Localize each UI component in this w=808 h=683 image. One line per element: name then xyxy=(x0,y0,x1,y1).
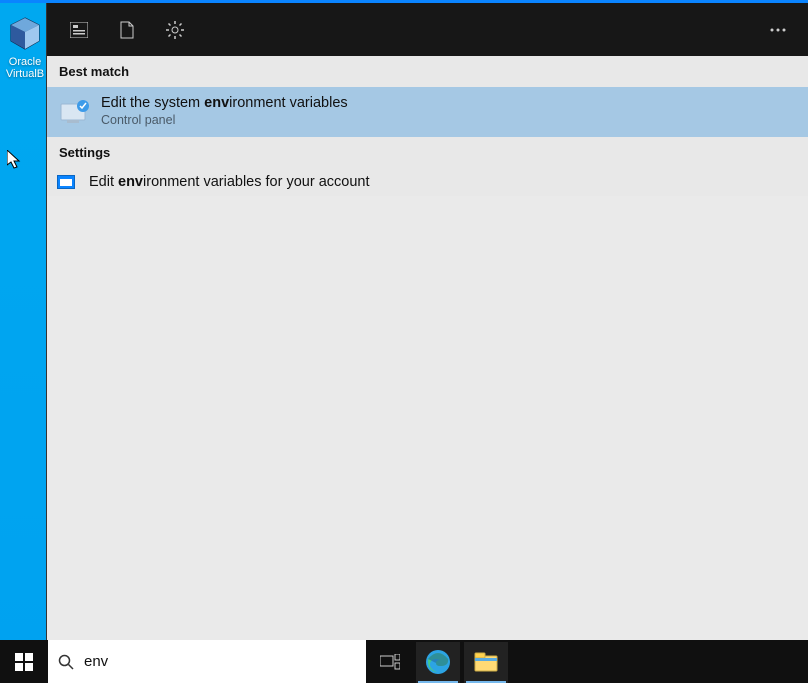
search-more-options-icon[interactable] xyxy=(754,6,802,54)
taskbar xyxy=(0,640,808,683)
search-icon xyxy=(58,654,74,670)
desktop-icon-label-line2: VirtualB xyxy=(4,68,46,80)
file-explorer-icon xyxy=(474,652,498,672)
section-heading-settings: Settings xyxy=(47,137,808,168)
best-match-title: Edit the system environment variables xyxy=(101,95,348,111)
desktop: Oracle VirtualB Best match xyxy=(0,0,808,683)
desktop-icon-label-line1: Oracle xyxy=(4,56,46,68)
search-panel: Best match Edit the system environment v… xyxy=(46,3,808,640)
settings-item-icon xyxy=(57,175,75,189)
taskbar-app-edge[interactable] xyxy=(414,640,462,683)
best-match-title-post: ironment variables xyxy=(229,95,347,111)
windows-logo-icon xyxy=(15,653,33,671)
search-filter-documents-icon[interactable] xyxy=(103,6,151,54)
settings-item-label-pre: Edit xyxy=(89,174,118,190)
taskbar-app-explorer[interactable] xyxy=(462,640,510,683)
search-input[interactable] xyxy=(84,653,356,670)
virtualbox-icon xyxy=(7,16,43,52)
best-match-subtitle: Control panel xyxy=(101,113,348,127)
system-properties-icon xyxy=(59,98,91,124)
settings-item-label: Edit environment variables for your acco… xyxy=(89,174,370,190)
settings-item-label-post: ironment variables for your account xyxy=(143,174,369,190)
best-match-title-highlight: env xyxy=(204,95,229,111)
best-match-text: Edit the system environment variables Co… xyxy=(101,95,348,127)
best-match-title-pre: Edit the system xyxy=(101,95,204,111)
section-heading-best-match: Best match xyxy=(47,56,808,87)
task-view-icon xyxy=(380,654,400,670)
search-panel-tabs xyxy=(47,3,808,56)
taskbar-search-box[interactable] xyxy=(48,640,366,683)
task-view-button[interactable] xyxy=(366,640,414,683)
best-match-result[interactable]: Edit the system environment variables Co… xyxy=(47,87,808,137)
cursor-icon xyxy=(7,150,23,170)
settings-item-label-highlight: env xyxy=(118,174,143,190)
edge-icon xyxy=(425,649,451,675)
search-filter-all-icon[interactable] xyxy=(55,6,103,54)
desktop-icon-virtualbox[interactable]: Oracle VirtualB xyxy=(4,16,46,80)
search-panel-body xyxy=(47,196,808,640)
search-filter-settings-icon[interactable] xyxy=(151,6,199,54)
start-button[interactable] xyxy=(0,640,48,683)
settings-result-item[interactable]: Edit environment variables for your acco… xyxy=(47,168,808,196)
